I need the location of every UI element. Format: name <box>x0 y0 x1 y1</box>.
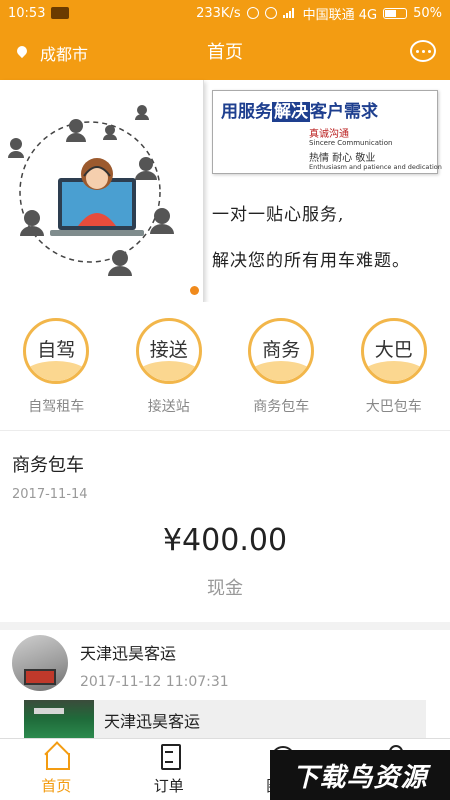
order-card[interactable]: 商务包车 2017-11-14 ¥400.00 现金 <box>0 430 450 622</box>
tab-label: 首页 <box>41 777 72 795</box>
battery-percent: 50% <box>413 5 442 21</box>
status-bar: 10:53 233K/s 中国联通 4G 50% <box>0 0 450 26</box>
app-header: 首页 成都市 <box>0 26 450 80</box>
banner-text-line1: 一对一贴心服务, <box>212 205 345 225</box>
banner-illustration <box>0 80 204 302</box>
avatar[interactable] <box>12 635 68 691</box>
promo-banner[interactable]: 用服务 解决 客户需求 真诚沟通 Sincere Communication 热情 … <box>0 80 450 302</box>
slogan-sub-cn: 真诚沟通 <box>309 129 349 140</box>
slogan-title: 用服务 解决 客户需求 <box>221 102 378 122</box>
service-business[interactable]: 商务 商务包车 <box>225 302 338 430</box>
self-drive-icon: 自驾 <box>23 318 90 384</box>
tab-label: 订单 <box>153 777 184 795</box>
payment-method: 现金 <box>207 578 243 599</box>
home-icon <box>43 743 71 770</box>
feed-thumbnail <box>24 700 94 738</box>
transfer-icon: 接送 <box>135 318 202 384</box>
service-menu: 自驾 自驾租车 接送 接送站 商务 商务包车 大巴 大巴包车 <box>0 302 450 430</box>
customer-service-illustration <box>8 105 174 276</box>
slogan-sub-en: Sincere Communication <box>309 139 393 147</box>
feed-item[interactable]: 天津迅昊客运 2017-11-12 11:07:31 天津迅昊客运 <box>0 630 450 738</box>
feed-timestamp: 2017-11-12 11:07:31 <box>80 674 229 690</box>
network-speed: 233K/s <box>196 5 241 21</box>
location-label: 成都市 <box>40 45 89 64</box>
banner-text-line2: 解决您的所有用车难题。 <box>212 251 410 271</box>
slogan-values-en: Enthusiasm and patience and dedication <box>309 163 442 171</box>
order-title: 商务包车 <box>12 455 84 476</box>
battery-icon <box>383 7 408 19</box>
order-amount: ¥400.00 <box>162 523 288 558</box>
app-notification-icon <box>51 7 70 19</box>
watermark-logo: 下载鸟资源 <box>270 750 450 800</box>
service-label: 接送站 <box>147 399 190 415</box>
feed-author: 天津迅昊客运 <box>80 644 177 663</box>
tab-home[interactable]: 首页 <box>0 739 113 800</box>
location-pin-icon <box>16 46 28 60</box>
business-icon: 商务 <box>248 318 315 384</box>
feed-shared-card[interactable]: 天津迅昊客运 <box>24 700 426 738</box>
wifi-icon <box>264 7 277 19</box>
location-selector[interactable]: 成都市 <box>16 26 88 80</box>
service-label: 大巴包车 <box>365 399 422 415</box>
status-time: 10:53 <box>8 5 46 21</box>
alarm-icon <box>246 7 259 19</box>
slogan-values: 热情 耐心 敬业 <box>309 153 376 164</box>
service-transfer[interactable]: 接送 接送站 <box>113 302 226 430</box>
message-icon[interactable] <box>410 40 436 62</box>
service-self-drive[interactable]: 自驾 自驾租车 <box>0 302 113 430</box>
service-label: 商务包车 <box>253 399 310 415</box>
bus-icon: 大巴 <box>360 318 427 384</box>
feed-card-title: 天津迅昊客运 <box>104 712 201 731</box>
carousel-indicator[interactable] <box>190 286 199 295</box>
slogan-box: 用服务 解决 客户需求 真诚沟通 Sincere Communication 热情 … <box>212 90 442 174</box>
service-label: 自驾租车 <box>28 399 85 415</box>
signal-icon <box>282 8 297 18</box>
order-date: 2017-11-14 <box>12 487 88 502</box>
service-bus[interactable]: 大巴 大巴包车 <box>338 302 450 430</box>
carrier-text: 中国联通 4G <box>302 7 378 23</box>
tab-orders[interactable]: 订单 <box>113 739 226 800</box>
document-icon <box>156 743 182 770</box>
